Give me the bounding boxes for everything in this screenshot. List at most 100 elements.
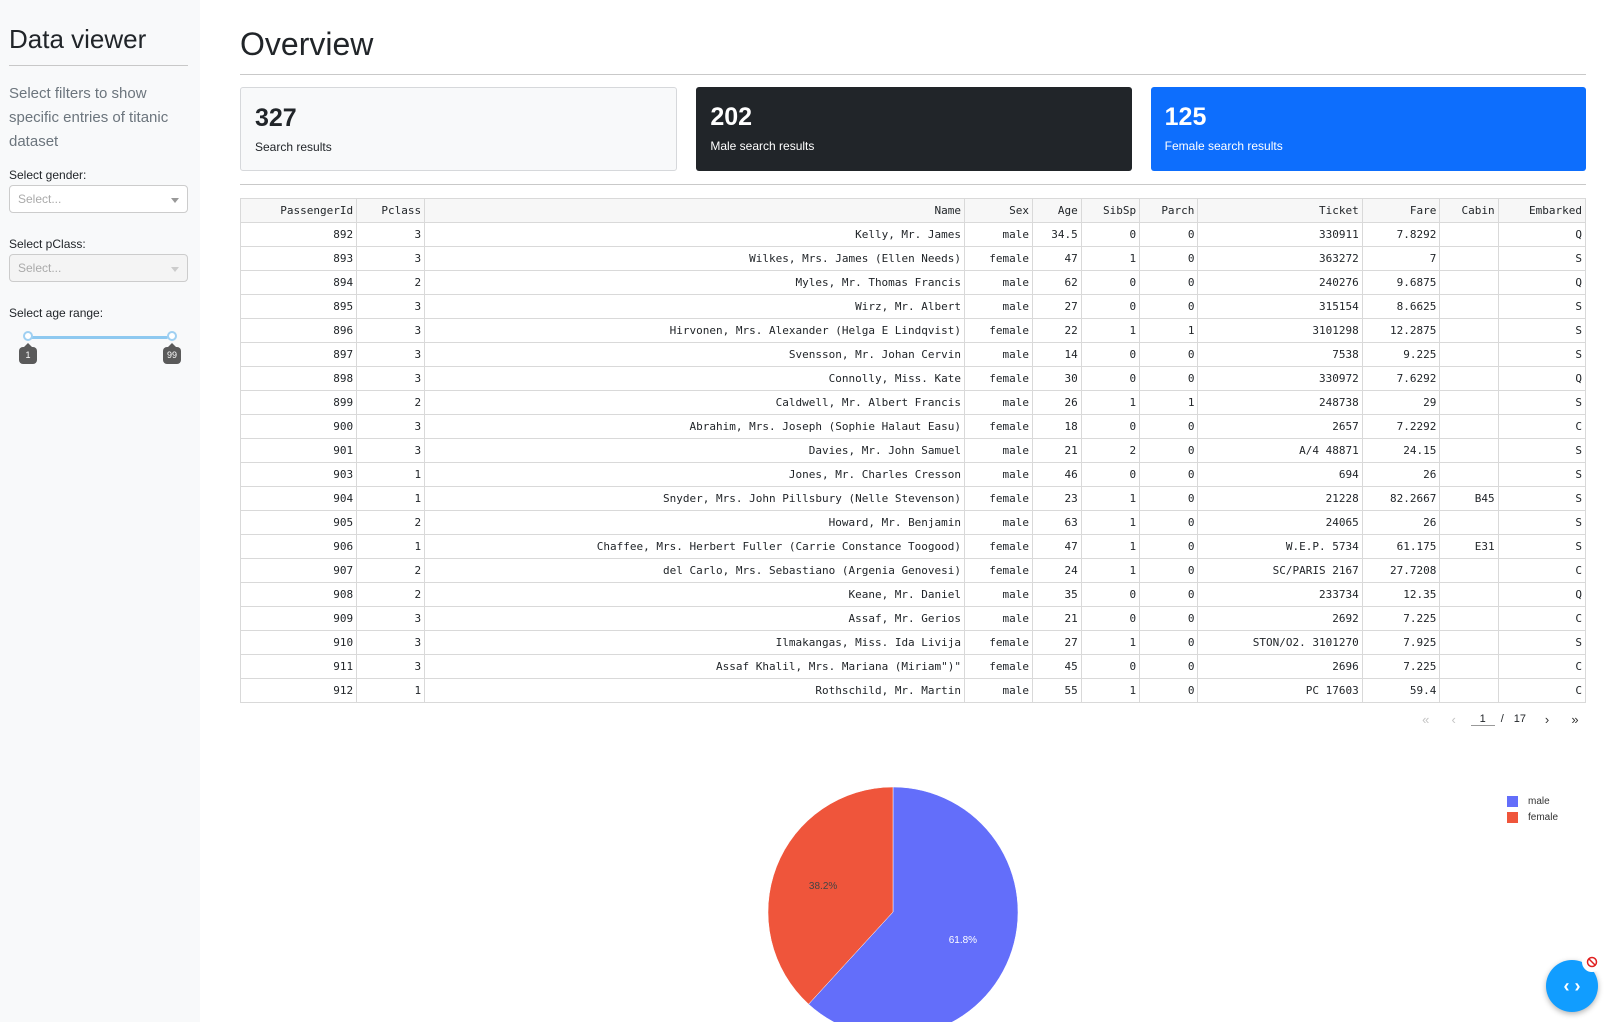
column-header[interactable]: SibSp [1080, 198, 1141, 223]
table-cell[interactable]: Assaf, Mr. Gerios [424, 606, 966, 631]
table-cell[interactable]: 909 [239, 606, 358, 631]
table-cell[interactable]: C [1497, 414, 1587, 439]
table-cell[interactable]: 0 [1080, 294, 1141, 319]
table-cell[interactable] [1439, 558, 1499, 583]
table-row[interactable]: 901 3 Davies, Mr. John Samuel male 21 2 0 A/4 4… [239, 438, 1587, 463]
table-cell[interactable]: male [964, 510, 1034, 535]
table-cell[interactable]: C [1497, 654, 1587, 679]
table-cell[interactable]: male [964, 582, 1034, 607]
table-cell[interactable]: 7.2292 [1361, 414, 1441, 439]
table-cell[interactable]: S [1497, 486, 1587, 511]
table-cell[interactable]: 2 [356, 270, 426, 295]
table-cell[interactable]: S [1497, 510, 1587, 535]
column-header[interactable]: Sex [964, 198, 1034, 223]
table-cell[interactable]: 911 [239, 654, 358, 679]
table-cell[interactable]: 24.15 [1361, 438, 1441, 463]
age-range-slider[interactable]: 1 99 [9, 324, 188, 364]
table-cell[interactable]: 2 [356, 390, 426, 415]
table-cell[interactable]: S [1497, 246, 1587, 271]
prev-page-button[interactable]: ‹ [1443, 708, 1465, 730]
table-cell[interactable]: female [964, 630, 1034, 655]
slider-handle-min[interactable] [23, 331, 33, 341]
table-cell[interactable]: 330911 [1197, 222, 1363, 247]
table-cell[interactable]: 0 [1139, 678, 1199, 703]
table-cell[interactable]: Rothschild, Mr. Martin [424, 678, 966, 703]
table-cell[interactable]: 1 [1080, 534, 1141, 559]
table-cell[interactable]: 248738 [1197, 390, 1363, 415]
first-page-button[interactable]: « [1415, 708, 1437, 730]
column-header[interactable]: PassengerId [239, 198, 358, 223]
table-row[interactable]: 903 1 Jones, Mr. Charles Cresson male 46 0 0 69… [239, 462, 1587, 487]
table-cell[interactable]: male [964, 222, 1034, 247]
table-cell[interactable]: 2692 [1197, 606, 1363, 631]
table-cell[interactable]: 0 [1139, 654, 1199, 679]
table-cell[interactable]: STON/O2. 3101270 [1197, 630, 1363, 655]
table-cell[interactable]: 0 [1080, 606, 1141, 631]
legend-item-female[interactable]: female [1506, 809, 1558, 825]
table-cell[interactable]: 912 [239, 678, 358, 703]
column-header[interactable]: Pclass [356, 198, 426, 223]
table-cell[interactable]: 26 [1361, 462, 1441, 487]
table-cell[interactable]: 63 [1032, 510, 1082, 535]
table-cell[interactable]: female [964, 318, 1034, 343]
table-row[interactable]: 895 3 Wirz, Mr. Albert male 27 0 0 315154 8.6625… [239, 294, 1587, 319]
table-cell[interactable] [1439, 630, 1499, 655]
table-cell[interactable]: 1 [1139, 318, 1199, 343]
table-cell[interactable]: 0 [1139, 486, 1199, 511]
table-cell[interactable]: 906 [239, 534, 358, 559]
table-cell[interactable]: del Carlo, Mrs. Sebastiano (Argenia Geno… [424, 558, 966, 583]
table-cell[interactable]: S [1497, 438, 1587, 463]
table-cell[interactable]: 55 [1032, 678, 1082, 703]
table-cell[interactable]: 47 [1032, 534, 1082, 559]
table-cell[interactable]: 24 [1032, 558, 1082, 583]
table-cell[interactable]: Davies, Mr. John Samuel [424, 438, 966, 463]
table-cell[interactable]: 1 [356, 534, 426, 559]
table-cell[interactable]: female [964, 486, 1034, 511]
table-cell[interactable]: 240276 [1197, 270, 1363, 295]
table-cell[interactable]: 1 [356, 462, 426, 487]
table-cell[interactable]: 29 [1361, 390, 1441, 415]
table-cell[interactable] [1439, 678, 1499, 703]
table-cell[interactable] [1439, 390, 1499, 415]
table-cell[interactable]: 3 [356, 294, 426, 319]
table-cell[interactable]: 22 [1032, 318, 1082, 343]
column-header[interactable]: Parch [1139, 198, 1199, 223]
table-cell[interactable]: 12.35 [1361, 582, 1441, 607]
table-cell[interactable]: 3 [356, 318, 426, 343]
table-cell[interactable]: 7.6292 [1361, 366, 1441, 391]
table-cell[interactable]: female [964, 534, 1034, 559]
table-cell[interactable]: 18 [1032, 414, 1082, 439]
table-cell[interactable] [1439, 414, 1499, 439]
table-cell[interactable]: E31 [1439, 534, 1499, 559]
table-cell[interactable]: 0 [1139, 222, 1199, 247]
table-cell[interactable]: 12.2875 [1361, 318, 1441, 343]
next-page-button[interactable]: › [1536, 708, 1558, 730]
table-cell[interactable]: 0 [1139, 342, 1199, 367]
table-row[interactable]: 908 2 Keane, Mr. Daniel male 35 0 0 233734 12.35… [239, 582, 1587, 607]
table-cell[interactable]: 30 [1032, 366, 1082, 391]
table-cell[interactable]: 0 [1080, 462, 1141, 487]
table-cell[interactable]: 14 [1032, 342, 1082, 367]
table-cell[interactable]: female [964, 558, 1034, 583]
table-cell[interactable] [1439, 294, 1499, 319]
table-cell[interactable]: 34.5 [1032, 222, 1082, 247]
table-cell[interactable]: S [1497, 534, 1587, 559]
table-row[interactable]: 904 1 Snyder, Mrs. John Pillsbury (Nelle S… [239, 486, 1587, 511]
column-header[interactable]: Cabin [1439, 198, 1499, 223]
column-header[interactable]: Age [1032, 198, 1082, 223]
table-cell[interactable]: 3101298 [1197, 318, 1363, 343]
table-cell[interactable]: 0 [1139, 534, 1199, 559]
table-cell[interactable]: 23 [1032, 486, 1082, 511]
table-cell[interactable]: 895 [239, 294, 358, 319]
table-cell[interactable]: 46 [1032, 462, 1082, 487]
table-cell[interactable]: 27.7208 [1361, 558, 1441, 583]
table-cell[interactable]: 1 [1080, 510, 1141, 535]
table-cell[interactable]: 3 [356, 438, 426, 463]
table-cell[interactable]: Jones, Mr. Charles Cresson [424, 462, 966, 487]
table-row[interactable]: 893 3 Wilkes, Mrs. James (Ellen Needs) fema… [239, 246, 1587, 271]
table-cell[interactable]: male [964, 294, 1034, 319]
table-cell[interactable]: 1 [1080, 246, 1141, 271]
table-cell[interactable]: 0 [1139, 606, 1199, 631]
table-cell[interactable]: 0 [1080, 414, 1141, 439]
table-cell[interactable]: 26 [1361, 510, 1441, 535]
